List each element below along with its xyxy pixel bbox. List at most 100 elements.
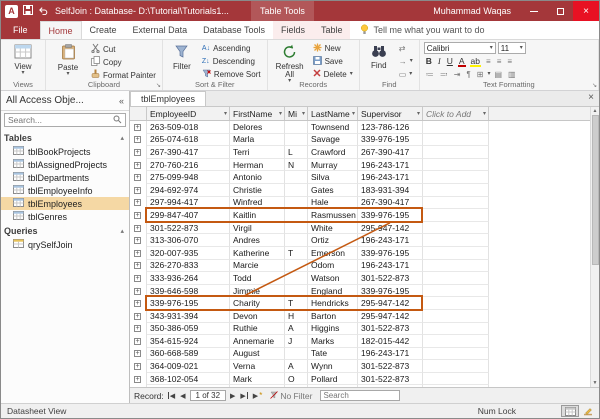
cell[interactable] [285, 285, 308, 298]
column-header-click-to-add[interactable]: Click to Add▾ [423, 107, 489, 120]
filter-button[interactable]: Filter [167, 42, 197, 80]
expand-row-icon[interactable]: + [134, 237, 141, 244]
select-button[interactable]: ▭▾ [397, 68, 415, 80]
last-record-button[interactable]: ▶ [239, 392, 248, 400]
cell[interactable] [423, 159, 489, 172]
cell[interactable]: J [285, 335, 308, 348]
cell[interactable]: Virgil [230, 222, 285, 235]
ribbon-tab-database-tools[interactable]: Database Tools [195, 21, 273, 39]
sidebar-item-qryselfjoin[interactable]: qrySelfJoin [1, 238, 129, 251]
expand-row-icon[interactable]: + [134, 300, 141, 307]
cell[interactable]: 196-243-171 [358, 159, 423, 172]
cell[interactable]: Tate [308, 348, 358, 361]
cell[interactable] [285, 184, 308, 197]
expand-row-icon[interactable]: + [134, 363, 141, 370]
navigation-search-input[interactable] [8, 115, 113, 125]
column-header-supervisor[interactable]: Supervisor▾ [358, 107, 423, 120]
cell[interactable] [285, 348, 308, 361]
scroll-up-icon[interactable]: ▲ [593, 107, 598, 115]
cell[interactable]: Silva [308, 171, 358, 184]
expand-row-icon[interactable]: + [134, 250, 141, 257]
cell[interactable] [423, 272, 489, 285]
cell[interactable]: 196-243-171 [358, 260, 423, 273]
cut-button[interactable]: Cut [89, 43, 158, 55]
cell[interactable]: Terri [230, 146, 285, 159]
expand-row-icon[interactable]: + [134, 325, 141, 332]
alt-row-color-icon[interactable]: ▤ [492, 70, 504, 79]
cell[interactable] [423, 171, 489, 184]
cell[interactable]: Marks [308, 335, 358, 348]
cell[interactable] [423, 197, 489, 210]
cell[interactable]: 295-947-142 [358, 297, 423, 310]
cell[interactable]: 196-243-171 [358, 171, 423, 184]
cell[interactable]: 360-668-589 [147, 348, 230, 361]
cell[interactable]: Ruthie [230, 323, 285, 336]
cell[interactable]: White [308, 222, 358, 235]
gridlines-icon[interactable]: ⊞ [475, 70, 486, 79]
cell[interactable]: 354-615-924 [147, 335, 230, 348]
paste-button[interactable]: Paste ▾ [50, 42, 86, 80]
cell[interactable]: Katherine [230, 247, 285, 260]
find-button[interactable]: Find [364, 42, 394, 80]
cell[interactable]: Savage [308, 134, 358, 147]
cell[interactable]: Higgins [308, 323, 358, 336]
previous-record-button[interactable]: ◀ [179, 392, 186, 400]
record-selector[interactable]: + [130, 260, 147, 273]
cell[interactable]: 182-015-442 [358, 335, 423, 348]
cell[interactable]: England [308, 285, 358, 298]
cell[interactable]: 183-931-394 [358, 184, 423, 197]
cell[interactable]: Hale [308, 197, 358, 210]
record-selector[interactable]: + [130, 247, 147, 260]
highlight-color-button[interactable]: ab [469, 56, 482, 66]
design-view-button[interactable] [579, 405, 597, 417]
cell[interactable]: 339-976-195 [147, 297, 230, 310]
expand-row-icon[interactable]: + [134, 124, 141, 131]
cell[interactable]: 301-522-873 [358, 360, 423, 373]
record-selector[interactable]: + [130, 285, 147, 298]
ascending-button[interactable]: A↓Ascending [200, 43, 263, 55]
cell[interactable]: Gates [308, 184, 358, 197]
cell[interactable] [308, 385, 358, 387]
cell[interactable] [285, 260, 308, 273]
cell[interactable]: 339-976-195 [358, 285, 423, 298]
cell[interactable] [423, 209, 489, 222]
minimize-button[interactable] [521, 1, 547, 21]
fill-color-icon[interactable]: ▥ [506, 70, 518, 79]
cell[interactable]: 350-386-059 [147, 323, 230, 336]
expand-row-icon[interactable]: + [134, 288, 141, 295]
font-size-combo[interactable]: 11▾ [498, 42, 526, 54]
cell[interactable]: L [285, 146, 308, 159]
dropdown-arrow-icon[interactable]: ▾ [279, 110, 282, 117]
clipboard-dialog-launcher[interactable]: ↘ [156, 83, 161, 89]
dropdown-arrow-icon[interactable]: ▾ [417, 110, 420, 117]
font-color-button[interactable]: A [457, 56, 467, 66]
cell[interactable]: Odom [308, 260, 358, 273]
record-selector[interactable]: + [130, 360, 147, 373]
cell[interactable] [285, 121, 308, 134]
cell[interactable]: Verna [230, 360, 285, 373]
record-selector[interactable]: + [130, 171, 147, 184]
cell[interactable]: Mark [230, 373, 285, 386]
sidebar-item-tbldepartments[interactable]: tblDepartments [1, 171, 129, 184]
cell[interactable]: T [285, 247, 308, 260]
cell[interactable]: Watson [308, 272, 358, 285]
cell[interactable]: Ortiz [308, 234, 358, 247]
shutter-collapse-icon[interactable]: « [119, 96, 124, 106]
expand-row-icon[interactable]: + [134, 275, 141, 282]
cell[interactable]: Jimmie [230, 285, 285, 298]
cell[interactable]: Antonio [230, 171, 285, 184]
select-all-corner[interactable] [130, 107, 147, 120]
record-selector[interactable]: + [130, 335, 147, 348]
tell-me-box[interactable]: Tell me what you want to do [360, 21, 484, 39]
cell[interactable]: Townsend [308, 121, 358, 134]
align-left-icon[interactable]: ≡ [484, 57, 493, 66]
cell[interactable]: Todd [230, 272, 285, 285]
cell[interactable]: Marla [230, 134, 285, 147]
cell[interactable]: O [285, 373, 308, 386]
cell[interactable] [423, 234, 489, 247]
cell[interactable]: Barton [308, 310, 358, 323]
cell[interactable] [285, 222, 308, 235]
cell[interactable]: 297-994-417 [147, 197, 230, 210]
maximize-button[interactable] [547, 1, 573, 21]
ribbon-tab-file[interactable]: File [1, 21, 40, 39]
